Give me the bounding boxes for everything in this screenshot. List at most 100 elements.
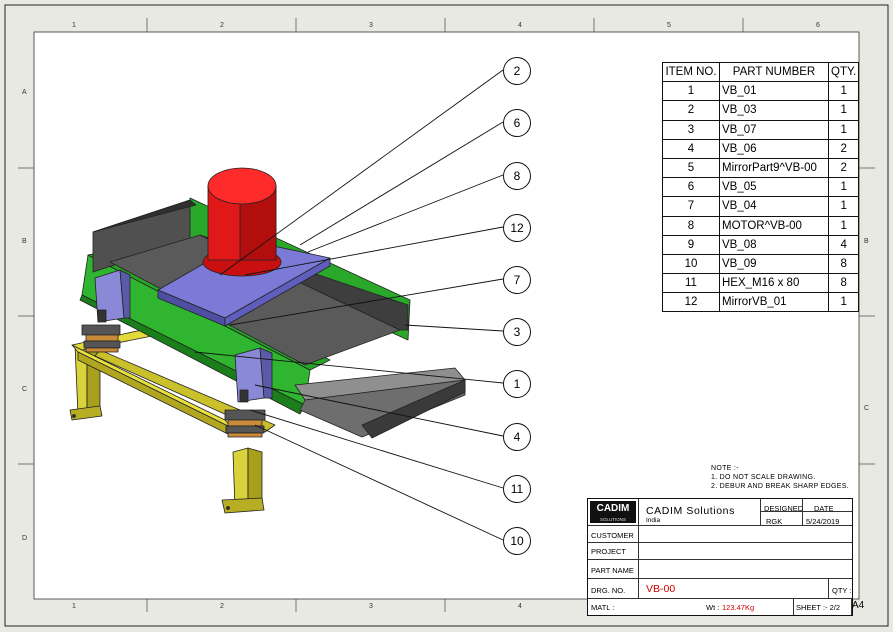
bom-cell-item: 4 [662,138,720,159]
bom-row: 4 VB_06 2 [662,138,860,159]
bom-row: 5 MirrorPart9^VB-00 2 [662,157,860,179]
tb-line [588,559,852,560]
zone-left-d: D [22,535,28,542]
bom-cell-qty: 1 [827,119,860,140]
balloon-6: 6 [503,109,531,137]
bom-cell-qty: 1 [827,81,860,102]
bom-row: 12 MirrorVB_01 1 [662,292,860,313]
bom-cell-part: MOTOR^VB-00 [719,215,829,236]
zone-bottom-3: 3 [369,603,373,610]
bom-row: 10 VB_09 8 [662,253,860,275]
matl-label: MATL : [591,603,615,612]
bom-row: 2 VB_03 1 [662,100,860,121]
tb-vline [802,499,803,525]
bom-cell-item: 1 [662,81,720,102]
tb-line [588,578,852,579]
bom-cell-item: 5 [662,157,720,179]
zone-top-2: 2 [220,22,224,29]
balloon-11: 11 [503,475,531,503]
bom-cell-qty: 4 [827,234,860,255]
bom-row: 3 VB_07 1 [662,119,860,140]
bom-row: 1 VB_01 1 [662,81,860,102]
bom-cell-part: HEX_M16 x 80 [719,273,829,294]
bom-cell-item: 3 [662,119,720,140]
bom-cell-qty: 1 [827,177,860,198]
bom-cell-item: 12 [662,292,720,313]
bom-cell-qty: 1 [827,196,860,217]
balloon-8: 8 [503,162,531,190]
zone-left-c: C [22,386,28,393]
tb-vline [793,598,794,615]
zone-right-c: C [864,405,870,412]
tb-vline [638,499,639,598]
zone-top-5: 5 [667,22,671,29]
project-label: PROJECT [591,547,627,556]
bom-cell-part: VB_06 [719,138,829,159]
bom-header-part: PART NUMBER [719,61,829,83]
tb-line [588,598,852,599]
bom-row: 11 HEX_M16 x 80 8 [662,273,860,294]
tb-line [588,525,852,526]
tb-line [588,542,852,543]
bom-cell-item: 9 [662,234,720,255]
bom-cell-item: 8 [662,215,720,236]
zone-top-4: 4 [518,22,522,29]
bom-row: 9 VB_08 4 [662,234,860,255]
bom-row: 6 VB_05 1 [662,177,860,198]
bom-row: 8 MOTOR^VB-00 1 [662,215,860,236]
bom-cell-item: 11 [662,273,720,294]
balloon-4: 4 [503,423,531,451]
note-2: 2. DEBUR AND BREAK SHARP EDGES. [711,483,849,490]
weight-label: Wt : [706,603,720,612]
zone-bottom-2: 2 [220,603,224,610]
zone-top-1: 1 [72,22,76,29]
note-1: 1. DO NOT SCALE DRAWING. [711,474,816,481]
bom-cell-qty: 2 [827,157,860,179]
bom-cell-part: VB_03 [719,100,829,121]
bom-cell-qty: 8 [827,253,860,275]
bill-of-materials: ITEM NO. PART NUMBER QTY. 1 VB_01 1 2 VB_03 1… [662,61,860,313]
balloon-12: 12 [503,214,531,242]
balloon-2: 2 [503,57,531,85]
drg-no-label: DRG. NO. [591,586,626,595]
zone-left-b: B [22,238,27,245]
bom-cell-part: VB_09 [719,253,829,275]
weight-value: 123.47Kg [722,603,755,612]
bom-cell-part: VB_05 [719,177,829,198]
bom-cell-qty: 8 [827,273,860,294]
bom-cell-part: MirrorVB_01 [719,292,829,313]
notes-title: NOTE :- [711,465,739,472]
title-block: CADIM SOLUTIONS CADIM Solutions India DE… [587,498,853,616]
bom-cell-qty: 2 [827,138,860,159]
bom-cell-item: 10 [662,253,720,275]
sheet-number: SHEET :- 2/2 [796,603,841,612]
bom-cell-item: 7 [662,196,720,217]
bom-row: 7 VB_04 1 [662,196,860,217]
part-name-label: PART NAME [591,566,634,575]
balloon-3: 3 [503,318,531,346]
bom-cell-qty: 1 [827,215,860,236]
red-motor [202,167,282,277]
tb-line [760,511,852,512]
qty-label: QTY : [832,586,852,595]
bom-cell-part: VB_01 [719,81,829,102]
tb-vline [828,578,829,598]
bom-cell-qty: 1 [827,292,860,313]
customer-label: CUSTOMER [591,531,634,540]
zone-bottom-4: 4 [518,603,522,610]
bom-cell-item: 6 [662,177,720,198]
company-location: India [646,517,661,524]
bom-header-row: ITEM NO. PART NUMBER QTY. [662,61,860,83]
zone-left-a: A [22,89,27,96]
bom-cell-item: 2 [662,100,720,121]
company-name: CADIM Solutions [646,505,735,517]
balloon-10: 10 [503,527,531,555]
bom-header-item: ITEM NO. [662,61,720,83]
logo-text: CADIM [596,503,630,514]
zone-top-6: 6 [816,22,820,29]
bom-cell-part: MirrorPart9^VB-00 [719,157,829,179]
bom-cell-part: VB_07 [719,119,829,140]
drawing-notes: NOTE :- 1. DO NOT SCALE DRAWING. 2. DEBU… [711,464,849,491]
cadim-logo: CADIM SOLUTIONS [590,501,636,523]
sheet-size: A4 [852,600,865,611]
